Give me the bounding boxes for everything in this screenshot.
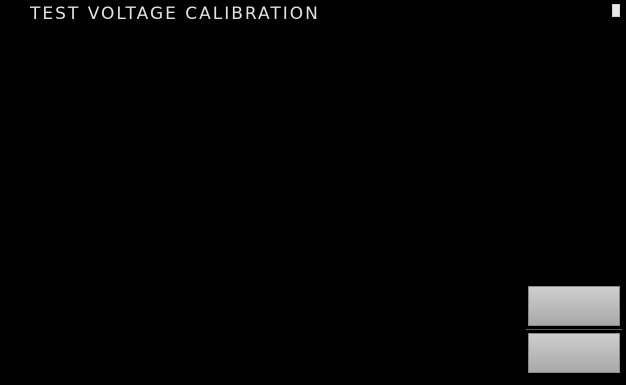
instruction-list bbox=[6, 38, 566, 122]
page-title: TEST VOLTAGE CALIBRATION bbox=[30, 4, 320, 24]
instruction-step-1 bbox=[6, 38, 566, 66]
next-button[interactable] bbox=[528, 286, 620, 326]
button-divider bbox=[526, 329, 622, 330]
back-button[interactable] bbox=[528, 333, 620, 373]
status-bar bbox=[588, 4, 620, 18]
calibration-screen: TEST VOLTAGE CALIBRATION bbox=[0, 0, 626, 385]
instruction-step-2 bbox=[6, 66, 566, 94]
battery-icon bbox=[612, 4, 620, 17]
instruction-step-3 bbox=[6, 94, 566, 122]
